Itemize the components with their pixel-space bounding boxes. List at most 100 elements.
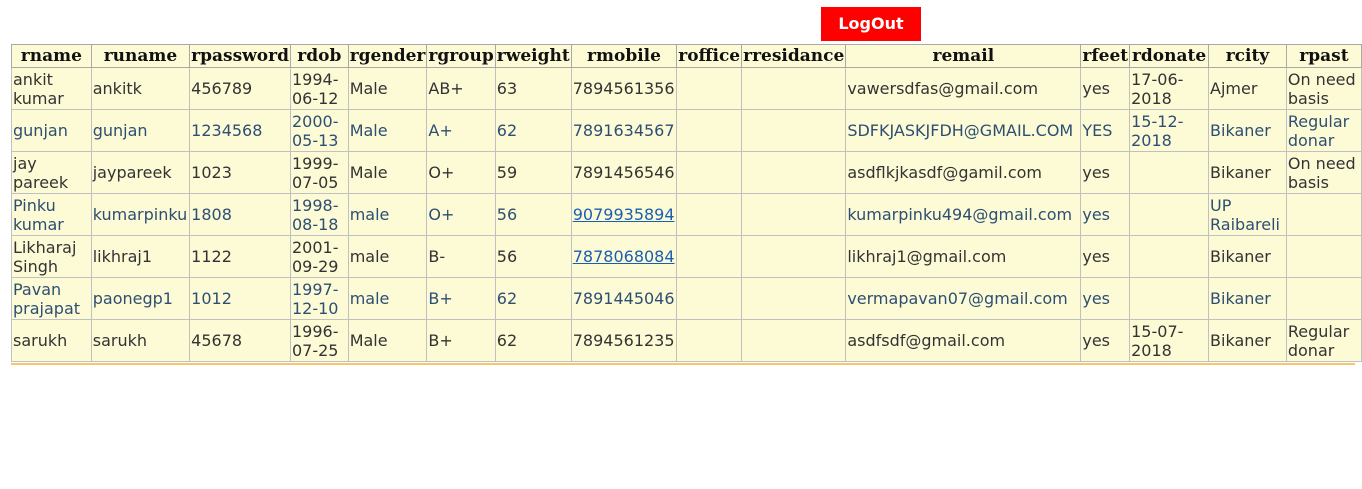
cell-rcity: Ajmer	[1208, 67, 1287, 110]
cell-remail: vermapavan07@gmail.com	[845, 277, 1082, 320]
cell-rdonate: 15-12-2018	[1129, 109, 1210, 152]
cell-rpast: On need basis	[1285, 151, 1362, 194]
cell-rpast	[1285, 277, 1362, 320]
cell-rresidance	[741, 193, 847, 236]
logout-button[interactable]: LogOut	[821, 7, 921, 41]
cell-rdob: 2001-09-29	[289, 235, 349, 278]
cell-rweight: 56	[494, 235, 572, 278]
cell-rgender: male	[347, 277, 428, 320]
cell-rresidance	[741, 319, 847, 362]
donor-table: rname runame rpassword rdob rgender rgro…	[11, 44, 1362, 362]
column-header-rname: rname	[11, 44, 92, 68]
cell-rdob: 2000-05-13	[289, 109, 349, 152]
cell-rfeet: yes	[1080, 193, 1131, 236]
cell-rfeet: yes	[1080, 67, 1131, 110]
cell-rname: gunjan	[11, 109, 92, 152]
cell-rdonate: 17-06-2018	[1129, 67, 1210, 110]
cell-rresidance	[741, 151, 847, 194]
cell-rdonate	[1129, 151, 1210, 194]
cell-rmobile: 7894561356	[570, 67, 678, 110]
table-row: ankit kumar ankitk 456789 1994-06-12 Male AB+…	[11, 67, 1362, 110]
cell-rgroup: AB+	[426, 67, 496, 110]
cell-rweight: 62	[494, 277, 572, 320]
cell-remail: SDFKJASKJFDH@GMAIL.COM	[845, 109, 1082, 152]
cell-runame: gunjan	[90, 109, 191, 152]
cell-rresidance	[741, 109, 847, 152]
header-row: rname runame rpassword rdob rgender rgro…	[11, 44, 1362, 68]
cell-roffice	[676, 319, 743, 362]
cell-remail: vawersdfas@gmail.com	[845, 67, 1082, 110]
cell-rname: Likharaj Singh	[11, 235, 92, 278]
column-header-remail: remail	[845, 44, 1082, 68]
cell-rgroup: O+	[426, 193, 496, 236]
table-row: gunjan gunjan 1234568 2000-05-13 Male A+ 62 789…	[11, 109, 1362, 152]
cell-rname: ankit kumar	[11, 67, 92, 110]
cell-rpast: Regular donar	[1285, 109, 1362, 152]
table-body: ankit kumar ankitk 456789 1994-06-12 Male AB+…	[11, 67, 1362, 362]
table-header: rname runame rpassword rdob rgender rgro…	[11, 44, 1362, 68]
phone-link[interactable]: 9079935894	[573, 205, 675, 224]
cell-rgender: Male	[347, 151, 428, 194]
cell-rweight: 62	[494, 109, 572, 152]
column-header-rweight: rweight	[494, 44, 572, 68]
cell-rweight: 62	[494, 319, 572, 362]
cell-rname: sarukh	[11, 319, 92, 362]
cell-roffice	[676, 67, 743, 110]
cell-runame: paonegp1	[90, 277, 191, 320]
donor-table-container: rname runame rpassword rdob rgender rgro…	[11, 44, 1362, 362]
cell-rfeet: yes	[1080, 151, 1131, 194]
cell-rweight: 63	[494, 67, 572, 110]
table-row: Likharaj Singh likhraj1 1122 2001-09-29 male…	[11, 235, 1362, 278]
cell-rmobile: 7891456546	[570, 151, 678, 194]
cell-rcity: Bikaner	[1208, 319, 1287, 362]
cell-rmobile: 7878068084	[570, 235, 678, 278]
column-header-rpast: rpast	[1285, 44, 1362, 68]
cell-rcity: Bikaner	[1208, 277, 1287, 320]
column-header-roffice: roffice	[676, 44, 743, 68]
cell-rgroup: B+	[426, 277, 496, 320]
cell-rgender: male	[347, 235, 428, 278]
column-header-rresidance: rresidance	[741, 44, 847, 68]
cell-rgender: Male	[347, 67, 428, 110]
cell-rfeet: YES	[1080, 109, 1131, 152]
column-header-rdonate: rdonate	[1129, 44, 1210, 68]
column-header-rgender: rgender	[347, 44, 428, 68]
table-row: Pinku kumar kumarpinku 1808 1998-08-18 male O…	[11, 193, 1362, 236]
cell-rpassword: 1234568	[189, 109, 291, 152]
cell-rdonate: 15-07-2018	[1129, 319, 1210, 362]
cell-rname: jay pareek	[11, 151, 92, 194]
cell-rdob: 1996-07-25	[289, 319, 349, 362]
cell-rdob: 1994-06-12	[289, 67, 349, 110]
column-header-rdob: rdob	[289, 44, 349, 68]
column-header-rpassword: rpassword	[189, 44, 291, 68]
cell-rname: Pavan prajapat	[11, 277, 92, 320]
table-row: sarukh sarukh 45678 1996-07-25 Male B+ 62 78945…	[11, 319, 1362, 362]
cell-remail: asdflkjkasdf@gamil.com	[845, 151, 1082, 194]
cell-rmobile: 7891634567	[570, 109, 678, 152]
cell-rfeet: yes	[1080, 235, 1131, 278]
phone-link[interactable]: 7878068084	[573, 247, 675, 266]
cell-rresidance	[741, 235, 847, 278]
cell-rgender: Male	[347, 109, 428, 152]
cell-rpast: On need basis	[1285, 67, 1362, 110]
cell-rgroup: B+	[426, 319, 496, 362]
cell-remail: kumarpinku494@gmail.com	[845, 193, 1082, 236]
cell-rgroup: O+	[426, 151, 496, 194]
cell-rgender: Male	[347, 319, 428, 362]
cell-rfeet: yes	[1080, 319, 1131, 362]
cell-rpast: Regular donar	[1285, 319, 1362, 362]
cell-rdonate	[1129, 193, 1210, 236]
cell-remail: likhraj1@gmail.com	[845, 235, 1082, 278]
cell-rgroup: A+	[426, 109, 496, 152]
cell-rresidance	[741, 277, 847, 320]
cell-rpast	[1285, 235, 1362, 278]
cell-rcity: Bikaner	[1208, 235, 1287, 278]
column-header-runame: runame	[90, 44, 191, 68]
cell-rpassword: 45678	[189, 319, 291, 362]
column-header-rgroup: rgroup	[426, 44, 496, 68]
cell-runame: sarukh	[90, 319, 191, 362]
cell-rpassword: 1012	[189, 277, 291, 320]
cell-runame: likhraj1	[90, 235, 191, 278]
column-header-rfeet: rfeet	[1080, 44, 1131, 68]
table-row: jay pareek jaypareek 1023 1999-07-05 Male O+ 5…	[11, 151, 1362, 194]
